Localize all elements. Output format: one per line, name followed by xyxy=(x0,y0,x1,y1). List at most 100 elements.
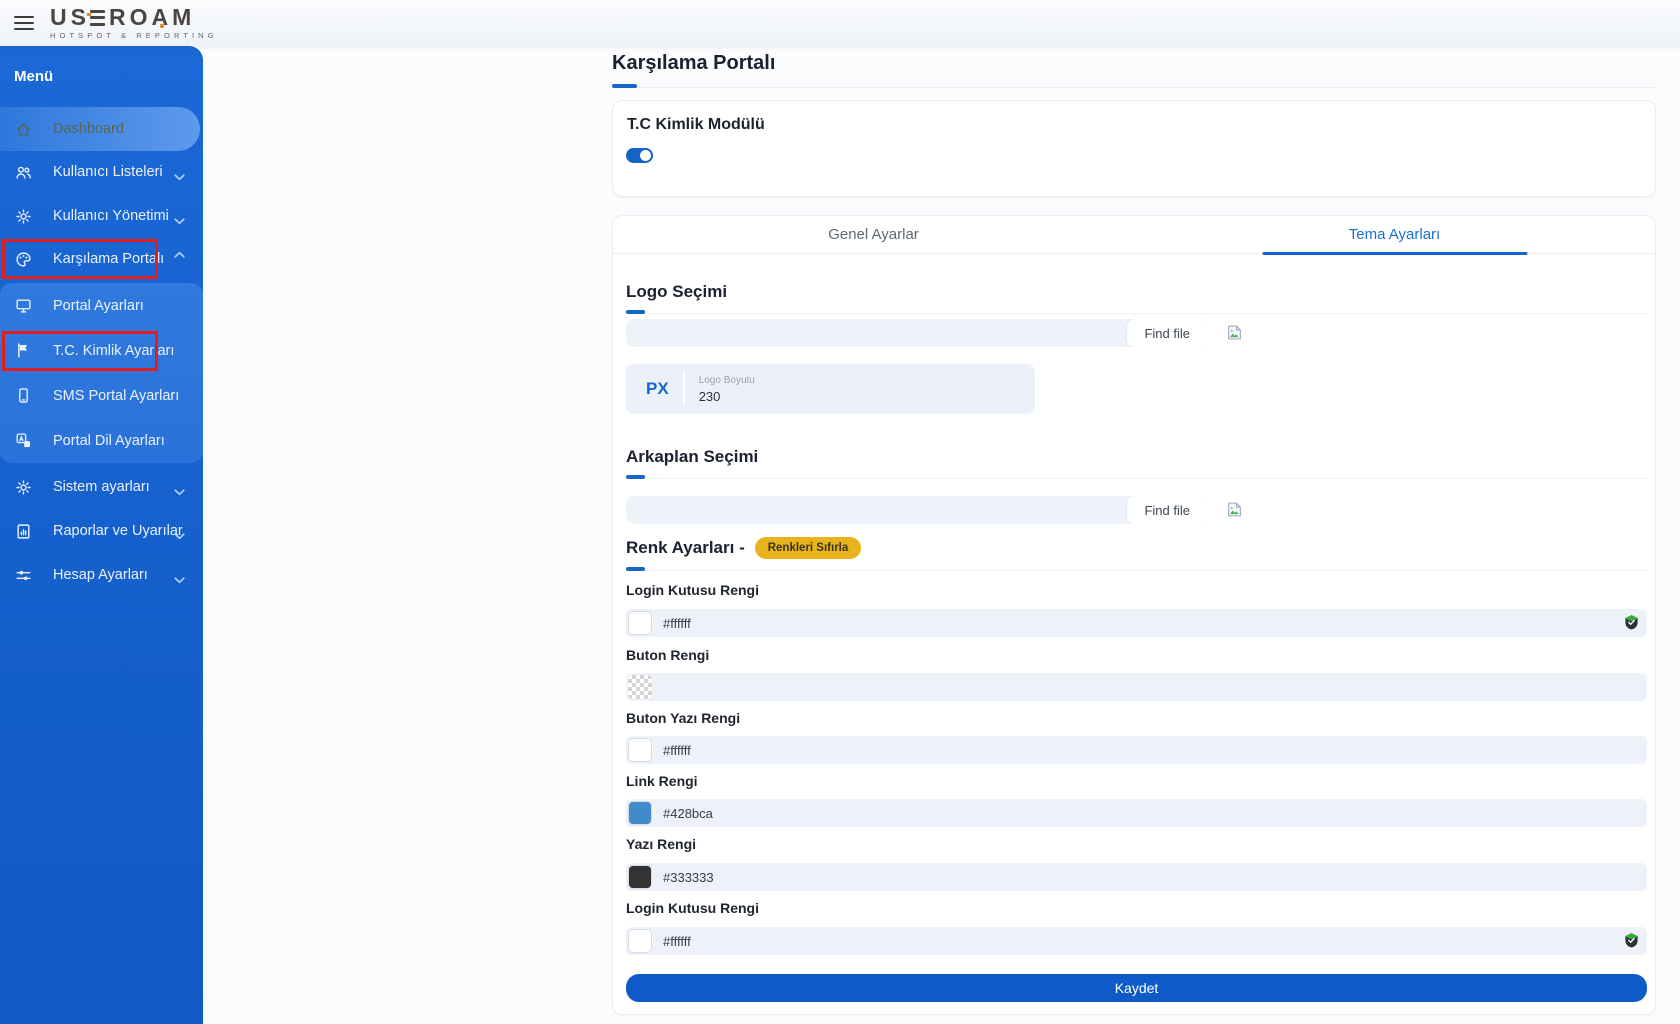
users-icon xyxy=(15,164,32,181)
logo-section-header: Logo Seçimi xyxy=(626,282,1647,314)
shield-extension-icon xyxy=(1624,932,1639,949)
flag-icon xyxy=(15,342,32,359)
color-input-login-kutusu-2[interactable]: #ffffff xyxy=(626,927,1647,955)
color-hex-value[interactable]: #428bca xyxy=(663,806,713,821)
sidebar-item-label: Raporlar ve Uyarılar xyxy=(53,523,183,539)
color-hex-value[interactable]: #ffffff xyxy=(663,616,691,631)
chevron-down-icon xyxy=(174,484,185,495)
page-title: Karşılama Portalı xyxy=(612,52,776,74)
background-file-input: Find file xyxy=(626,496,1207,524)
logo-size-box: PX Logo Boyutu 230 xyxy=(626,364,1035,414)
reset-colors-button[interactable]: Renkleri Sıfırla xyxy=(754,537,862,559)
divider xyxy=(682,372,685,406)
gear-icon xyxy=(15,208,32,225)
sidebar-item-portal-dil-ayarlari[interactable]: Portal Dil Ayarları xyxy=(0,418,203,463)
logo-file-input: Find file xyxy=(626,319,1207,347)
sidebar-item-label: Kullanıcı Listeleri xyxy=(53,164,163,180)
color-swatch[interactable] xyxy=(628,865,652,889)
section-rule xyxy=(626,310,1647,314)
logo-size-value[interactable]: 230 xyxy=(699,389,755,404)
sidebar-item-sms-portal-ayarlari[interactable]: SMS Portal Ayarları xyxy=(0,373,203,418)
section-rule xyxy=(626,475,1647,479)
color-swatch[interactable] xyxy=(628,738,652,762)
section-rule xyxy=(626,567,1647,571)
color-swatch[interactable] xyxy=(628,929,652,953)
sidebar-item-tc-kimlik-ayarlari[interactable]: T.C. Kimlik Ayarları xyxy=(0,328,203,373)
tc-kimlik-toggle[interactable] xyxy=(626,148,653,163)
tc-kimlik-module-card: T.C Kimlik Modülü xyxy=(612,100,1656,197)
tab-tema-ayarlari[interactable]: Tema Ayarları xyxy=(1134,216,1655,253)
sidebar-submenu: Portal Ayarları T.C. Kimlik Ayarları SMS… xyxy=(0,283,203,463)
logo-size-label: Logo Boyutu xyxy=(698,374,755,386)
chevron-down-icon xyxy=(174,213,185,224)
background-section-title: Arkaplan Seçimi xyxy=(626,447,759,466)
color-input-login-kutusu[interactable]: #ffffff xyxy=(626,609,1647,637)
save-button[interactable]: Kaydet xyxy=(626,974,1647,1002)
logo-find-file-button[interactable]: Find file xyxy=(1127,319,1207,347)
background-find-file-button[interactable]: Find file xyxy=(1127,496,1207,524)
chevron-down-icon xyxy=(174,528,185,539)
monitor-icon xyxy=(15,297,32,314)
color-hex-value[interactable]: #ffffff xyxy=(663,934,691,949)
sidebar-item-label: SMS Portal Ayarları xyxy=(53,387,180,404)
sidebar-item-label: Hesap Ayarları xyxy=(53,567,148,583)
color-swatch-transparent[interactable] xyxy=(628,675,652,699)
background-file-path-field[interactable] xyxy=(626,496,1127,524)
color-label-buton-rengi: Buton Rengi xyxy=(626,647,710,663)
logo-section-title: Logo Seçimi xyxy=(626,282,728,301)
sidebar-item-kullanici-listeleri[interactable]: Kullanıcı Listeleri xyxy=(0,150,203,194)
color-swatch[interactable] xyxy=(628,611,652,635)
color-label-buton-yazi: Buton Yazı Rengi xyxy=(626,710,741,726)
module-title: T.C Kimlik Modülü xyxy=(627,116,765,133)
color-input-buton-yazi[interactable]: #ffffff xyxy=(626,736,1647,764)
chevron-down-icon xyxy=(174,572,185,583)
sidebar-item-karsilama-portali[interactable]: Karşılama Portalı xyxy=(0,237,203,281)
brand-tagline: HOTSPOT & REPORTING xyxy=(50,31,218,41)
palette-icon xyxy=(15,251,32,268)
sidebar-item-kullanici-yonetimi[interactable]: Kullanıcı Yönetimi xyxy=(0,194,203,238)
toggle-knob xyxy=(640,150,651,161)
sidebar-item-dashboard[interactable]: Dashboard xyxy=(0,107,200,151)
sidebar-item-label: Sistem ayarları xyxy=(53,479,150,495)
color-label-link-rengi: Link Rengi xyxy=(626,773,698,789)
logo-e-bars-icon xyxy=(89,9,105,26)
colors-section-header: Renk Ayarları - Renkleri Sıfırla xyxy=(626,537,1647,571)
sidebar-item-label: Karşılama Portalı xyxy=(53,251,165,267)
color-label-login-kutusu-2: Login Kutusu Rengi xyxy=(626,900,759,916)
logo-file-path-field[interactable] xyxy=(626,319,1127,347)
sidebar-item-sistem-ayarlari[interactable]: Sistem ayarları xyxy=(0,465,203,509)
background-section-header: Arkaplan Seçimi xyxy=(626,447,1647,479)
sidebar-item-raporlar-ve-uyarilar[interactable]: Raporlar ve Uyarılar xyxy=(0,509,203,553)
chevron-up-icon xyxy=(174,251,185,263)
color-input-buton-rengi[interactable] xyxy=(626,673,1647,701)
color-swatch[interactable] xyxy=(628,801,652,825)
translate-icon xyxy=(15,432,32,449)
sidebar-item-label: Portal Ayarları xyxy=(53,297,144,314)
settings-tabs: Genel Ayarlar Tema Ayarları xyxy=(613,216,1655,254)
px-unit-label: PX xyxy=(646,379,669,398)
color-label-login-kutusu: Login Kutusu Rengi xyxy=(626,582,759,598)
brand-name: USROAM xyxy=(50,4,196,31)
chevron-down-icon xyxy=(174,169,185,180)
sidebar-item-portal-ayarlari[interactable]: Portal Ayarları xyxy=(0,283,203,328)
tab-genel-ayarlar[interactable]: Genel Ayarlar xyxy=(613,216,1134,253)
broken-image-icon xyxy=(1226,501,1243,518)
sidebar-item-label: T.C. Kimlik Ayarları xyxy=(53,342,175,359)
color-hex-value[interactable]: #333333 xyxy=(663,870,714,885)
color-input-link-rengi[interactable]: #428bca xyxy=(626,799,1647,827)
broken-image-icon xyxy=(1226,324,1243,341)
sidebar: Menü Dashboard Kullanıcı Listeleri Kulla… xyxy=(0,46,203,1024)
sidebar-item-hesap-ayarlari[interactable]: Hesap Ayarları xyxy=(0,553,203,597)
home-icon xyxy=(15,121,32,138)
app-root: USROAM HOTSPOT & REPORTING Menü Dashboar… xyxy=(0,0,1680,1024)
page-header: Karşılama Portalı xyxy=(612,52,1656,88)
color-input-yazi-rengi[interactable]: #333333 xyxy=(626,863,1647,891)
color-hex-value[interactable]: #ffffff xyxy=(663,743,691,758)
sidebar-menu-header: Menü xyxy=(14,68,54,85)
colors-section-title-text: Renk Ayarları - xyxy=(626,538,745,557)
hamburger-menu-icon[interactable] xyxy=(14,16,34,30)
top-bar: USROAM HOTSPOT & REPORTING xyxy=(0,0,1680,46)
sidebar-item-label: Portal Dil Ayarları xyxy=(53,432,165,449)
sidebar-item-label: Kullanıcı Yönetimi xyxy=(53,208,169,224)
report-icon xyxy=(15,523,32,540)
